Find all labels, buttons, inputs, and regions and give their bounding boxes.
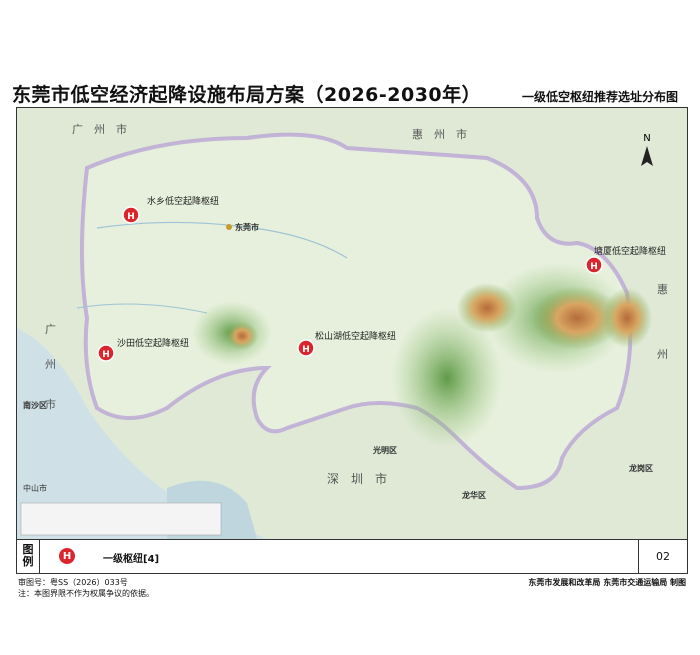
city-label: 州 (45, 358, 56, 371)
svg-text:东莞市: 东莞市 (235, 222, 259, 232)
hub-label: 松山湖低空起降枢纽 (315, 330, 396, 342)
hub-label: 水乡低空起降枢纽 (147, 195, 219, 207)
district-label: 龙岗区 (628, 463, 653, 473)
city-label: 广 (45, 323, 56, 336)
inset-legend (20, 502, 222, 536)
district-label: 中山市 (23, 483, 47, 493)
north-label: N (643, 133, 650, 144)
hub-label: 沙田低空起降枢纽 (117, 337, 189, 349)
district-label: 光明区 (372, 445, 397, 455)
map-subtitle: 一级低空枢纽推荐选址分布图 (521, 90, 678, 104)
page-number: 02 (638, 539, 687, 573)
city-label: 惠 (657, 282, 668, 296)
mountain (457, 283, 517, 333)
legend-item-label: 一级枢纽[4] (103, 554, 160, 565)
hub-legend-icon: H (59, 548, 75, 564)
svg-text:H: H (127, 212, 135, 222)
footer-note: 注：本图界限不作为权属争议的依据。 (18, 589, 154, 598)
city-label: 深 圳 市 (327, 471, 387, 486)
legend-label: 图例 (17, 539, 40, 573)
svg-text:H: H (302, 345, 310, 355)
mountain (602, 288, 652, 348)
district-label: 南沙区 (23, 400, 47, 410)
map-canvas: N 广 州 市 惠 州 市 惠 州 广 州 市 深 圳 市 东莞市 南沙区 光明… (17, 108, 687, 539)
page-title: 东莞市低空经济起降设施布局方案（2026-2030年） (12, 84, 482, 106)
district-label: 龙华区 (461, 490, 486, 500)
city-label: 惠 州 市 (412, 127, 467, 141)
mountain (226, 322, 258, 350)
city-label: 州 (657, 348, 668, 361)
publisher: 东莞市发展和改革局 东莞市交通运输局 制图 (528, 578, 686, 587)
approval-number: 审图号：粤SS（2026）033号 (18, 578, 128, 587)
legend-bar: 图例 H 一级枢纽[4] 02 (16, 539, 688, 574)
svg-text:H: H (590, 262, 598, 272)
city-label: 广 州 市 (72, 122, 127, 136)
hub-label: 塘厦低空起降枢纽 (594, 245, 666, 257)
svg-text:H: H (102, 350, 110, 360)
map-frame[interactable]: N 广 州 市 惠 州 市 惠 州 广 州 市 深 圳 市 东莞市 南沙区 光明… (16, 107, 688, 540)
